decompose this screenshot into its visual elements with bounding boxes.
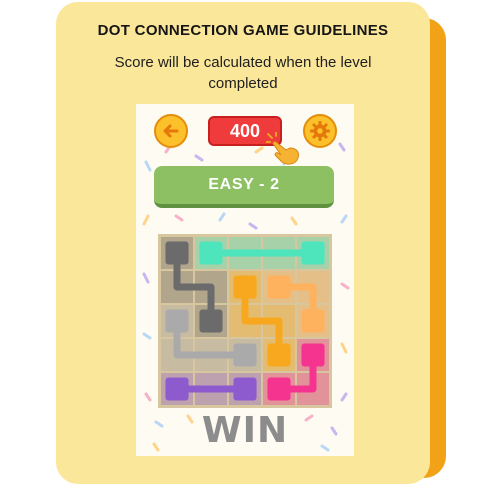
endpoint-dot[interactable] [267, 275, 291, 299]
endpoint-dot[interactable] [199, 241, 223, 265]
game-screen: 400 EASY - 2 WIN [136, 104, 354, 456]
endpoint-dot[interactable] [199, 309, 223, 333]
endpoint-dot[interactable] [233, 343, 257, 367]
game-board[interactable] [158, 234, 332, 408]
win-text: WIN [201, 410, 289, 451]
endpoint-dot[interactable] [301, 309, 325, 333]
card-subtitle: Score will be calculated when the level … [114, 54, 372, 92]
back-button[interactable] [154, 114, 188, 148]
endpoint-dot[interactable] [301, 343, 325, 367]
endpoint-dot[interactable] [165, 377, 189, 401]
settings-button[interactable] [303, 114, 337, 148]
endpoint-dot[interactable] [233, 275, 257, 299]
endpoint-dot[interactable] [165, 309, 189, 333]
endpoint-dot[interactable] [267, 377, 291, 401]
gear-icon [310, 121, 330, 141]
endpoint-dot[interactable] [267, 343, 291, 367]
endpoint-dot[interactable] [165, 241, 189, 265]
level-banner: EASY - 2 [154, 166, 334, 208]
endpoint-dot[interactable] [233, 377, 257, 401]
pointing-hand-icon [266, 132, 299, 165]
card-title: DOT CONNECTION GAME GUIDELINES [97, 22, 389, 39]
arrow-left-icon [163, 124, 179, 138]
endpoint-dot[interactable] [301, 241, 325, 265]
